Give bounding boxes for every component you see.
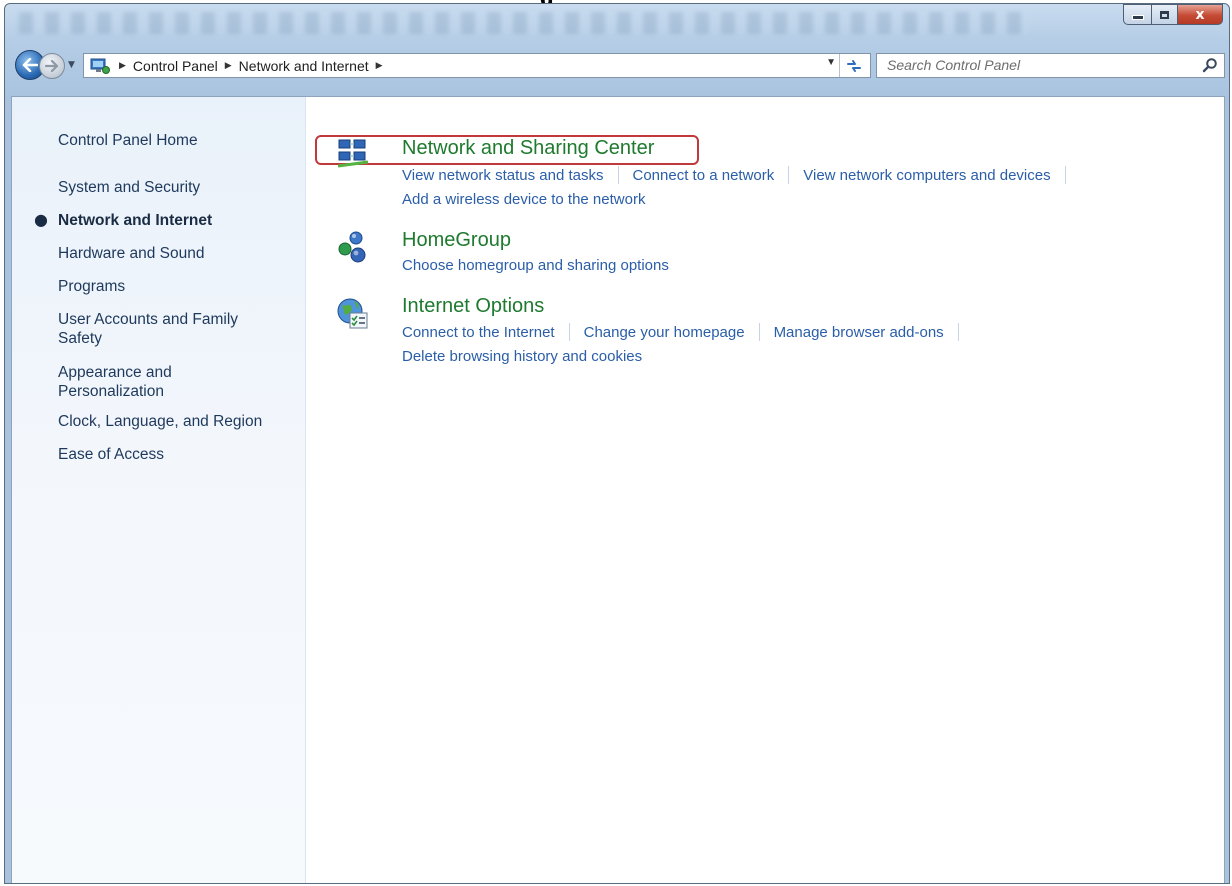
left-navigation-pane: Control Panel Home System and Security ●… bbox=[12, 97, 306, 883]
add-wireless-device-link[interactable]: Add a wireless device to the network bbox=[402, 191, 645, 208]
sidebar-item-user-accounts[interactable]: User Accounts and Family Safety bbox=[58, 310, 268, 348]
blurred-toolbar bbox=[19, 12, 1029, 34]
address-dropdown-icon[interactable]: ▼ bbox=[826, 57, 836, 68]
view-network-computers-link[interactable]: View network computers and devices bbox=[803, 167, 1050, 184]
connect-to-internet-link[interactable]: Connect to the Internet bbox=[402, 324, 555, 341]
breadcrumb-separator-icon[interactable]: ▶ bbox=[225, 60, 232, 71]
breadcrumb-separator-icon[interactable]: ▶ bbox=[119, 60, 126, 71]
back-arrow-icon bbox=[22, 58, 38, 72]
recent-pages-dropdown-icon[interactable]: ▼ bbox=[68, 60, 75, 70]
sidebar-item-hardware-and-sound[interactable]: Hardware and Sound bbox=[58, 244, 294, 263]
internet-options-link[interactable]: Internet Options bbox=[402, 295, 544, 318]
internet-options-links-row2: Delete browsing history and cookies bbox=[402, 348, 642, 365]
homegroup-icon bbox=[338, 231, 366, 263]
category-main-pane: Network and Sharing Center View network … bbox=[306, 97, 1224, 883]
sidebar-item-appearance[interactable]: Appearance and Personalization bbox=[58, 363, 208, 401]
breadcrumb-network-and-internet[interactable]: Network and Internet bbox=[239, 58, 369, 74]
breadcrumb-separator-icon[interactable]: ▶ bbox=[376, 60, 383, 71]
homegroup-link[interactable]: HomeGroup bbox=[402, 229, 511, 252]
sidebar-item-system-and-security[interactable]: System and Security bbox=[58, 178, 294, 197]
manage-browser-addons-link[interactable]: Manage browser add-ons bbox=[774, 324, 944, 341]
search-input[interactable]: Search Control Panel bbox=[876, 53, 1225, 78]
search-placeholder: Search Control Panel bbox=[887, 57, 1021, 73]
minimize-icon bbox=[1131, 15, 1144, 20]
connect-to-network-link[interactable]: Connect to a network bbox=[633, 167, 775, 184]
view-network-status-link[interactable]: View network status and tasks bbox=[402, 167, 604, 184]
sidebar-item-programs[interactable]: Programs bbox=[58, 277, 294, 296]
network-sharing-links-row2: Add a wireless device to the network bbox=[402, 191, 645, 208]
content-area: Control Panel Home System and Security ●… bbox=[11, 96, 1225, 883]
control-panel-window: x ▼ ▶ Control Panel ▶ Network and Intern… bbox=[4, 3, 1230, 884]
link-separator bbox=[617, 166, 619, 184]
close-button[interactable]: x bbox=[1177, 4, 1223, 25]
minimize-button[interactable] bbox=[1123, 4, 1151, 25]
active-bullet-icon: ● bbox=[34, 210, 48, 229]
link-separator bbox=[1064, 166, 1066, 184]
search-icon[interactable] bbox=[1202, 57, 1218, 73]
change-homepage-link[interactable]: Change your homepage bbox=[584, 324, 745, 341]
breadcrumb-control-panel[interactable]: Control Panel bbox=[133, 58, 218, 74]
forward-arrow-icon bbox=[45, 60, 59, 72]
sidebar-item-control-panel-home[interactable]: Control Panel Home bbox=[58, 131, 294, 150]
forward-button[interactable] bbox=[39, 53, 65, 79]
caption-buttons: x bbox=[1123, 4, 1223, 26]
internet-options-icon bbox=[337, 298, 368, 329]
sidebar-item-clock-language-region[interactable]: Clock, Language, and Region bbox=[58, 412, 294, 431]
maximize-icon bbox=[1160, 10, 1169, 19]
refresh-icon bbox=[847, 59, 861, 72]
sidebar-item-network-and-internet[interactable]: Network and Internet bbox=[58, 211, 294, 230]
internet-options-links: Connect to the Internet Change your home… bbox=[402, 323, 973, 341]
maximize-button[interactable] bbox=[1151, 4, 1177, 25]
address-bar[interactable]: ▶ Control Panel ▶ Network and Internet ▶… bbox=[83, 53, 871, 78]
network-sharing-icon bbox=[337, 139, 369, 168]
title-bar: x bbox=[5, 4, 1229, 44]
refresh-button[interactable] bbox=[839, 54, 868, 77]
link-separator bbox=[758, 323, 760, 341]
link-separator bbox=[957, 323, 959, 341]
link-separator bbox=[568, 323, 570, 341]
homegroup-links: Choose homegroup and sharing options bbox=[402, 257, 669, 274]
navigation-row: ▼ ▶ Control Panel ▶ Network and Internet… bbox=[5, 48, 1229, 82]
network-sharing-links: View network status and tasks Connect to… bbox=[402, 166, 1080, 184]
control-panel-icon bbox=[88, 56, 112, 76]
sidebar-item-ease-of-access[interactable]: Ease of Access bbox=[58, 445, 294, 464]
network-sharing-center-link[interactable]: Network and Sharing Center bbox=[402, 137, 654, 160]
link-separator bbox=[788, 166, 790, 184]
choose-homegroup-options-link[interactable]: Choose homegroup and sharing options bbox=[402, 257, 669, 274]
delete-browsing-history-link[interactable]: Delete browsing history and cookies bbox=[402, 348, 642, 365]
